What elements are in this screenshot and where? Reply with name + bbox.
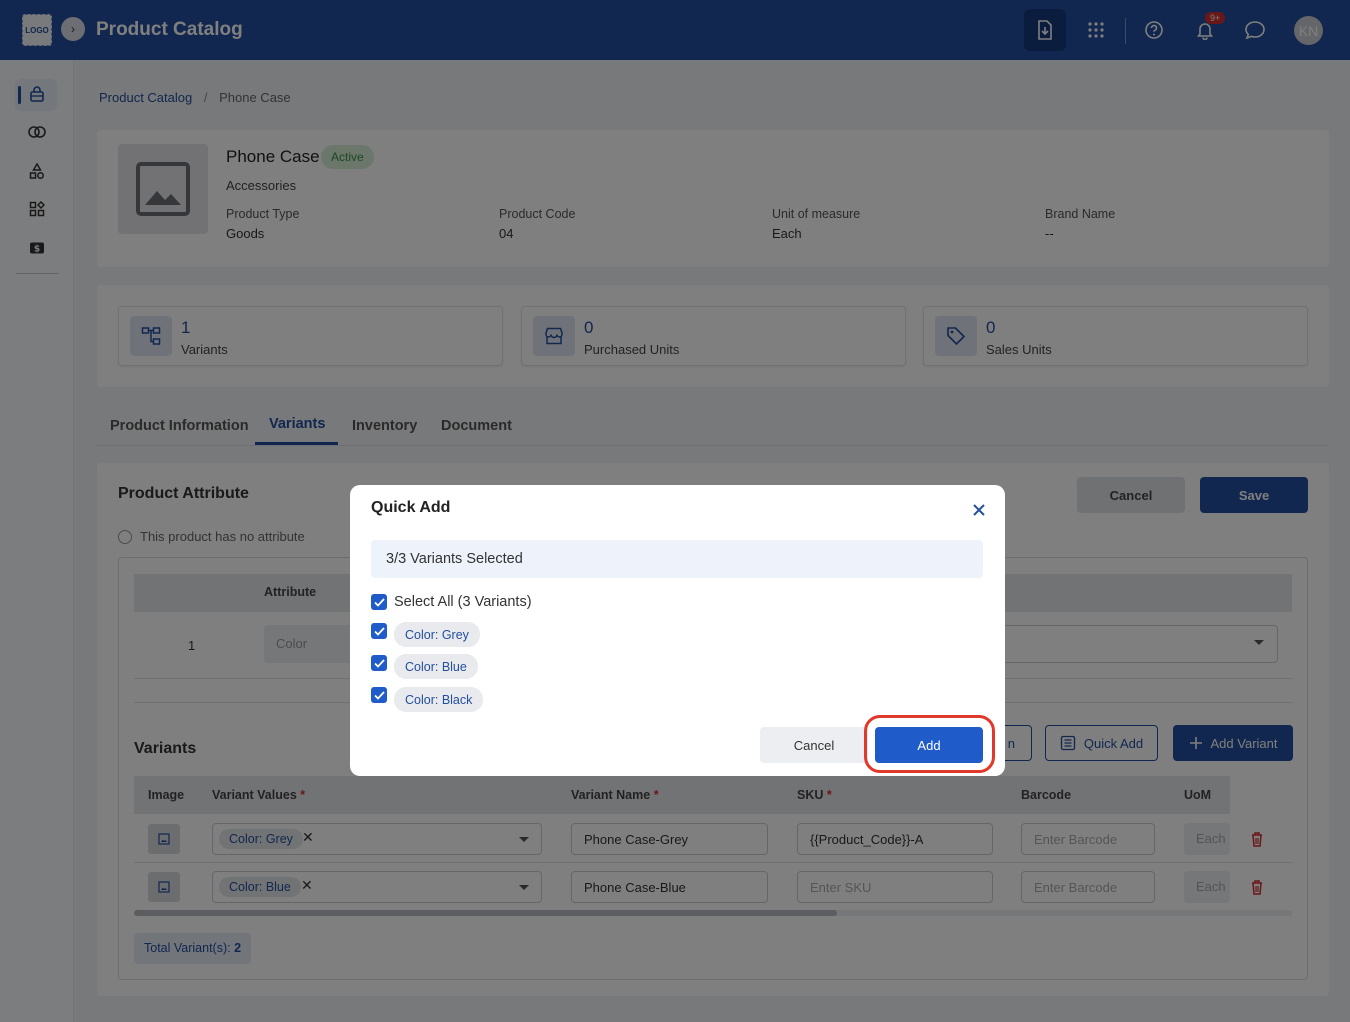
variant-option-chip: Color: Black — [394, 687, 484, 712]
checkmark-icon — [373, 690, 385, 700]
checkmark-icon — [373, 658, 385, 668]
select-all-label: Select All (3 Variants) — [394, 594, 532, 610]
variant-checkbox-black[interactable] — [371, 687, 387, 703]
close-icon[interactable] — [969, 500, 989, 520]
checkmark-icon — [373, 597, 385, 607]
variant-option-chip: Color: Blue — [394, 654, 478, 679]
checkmark-icon — [373, 626, 385, 636]
variant-checkbox-blue[interactable] — [371, 655, 387, 671]
variant-checkbox-grey[interactable] — [371, 623, 387, 639]
variant-option-chip: Color: Grey — [394, 622, 480, 647]
selection-summary: 3/3 Variants Selected — [371, 540, 983, 578]
select-all-checkbox[interactable] — [371, 594, 387, 610]
dialog-title: Quick Add — [371, 499, 451, 516]
dialog-cancel-button[interactable]: Cancel — [760, 727, 868, 763]
highlight-annotation — [864, 715, 995, 773]
